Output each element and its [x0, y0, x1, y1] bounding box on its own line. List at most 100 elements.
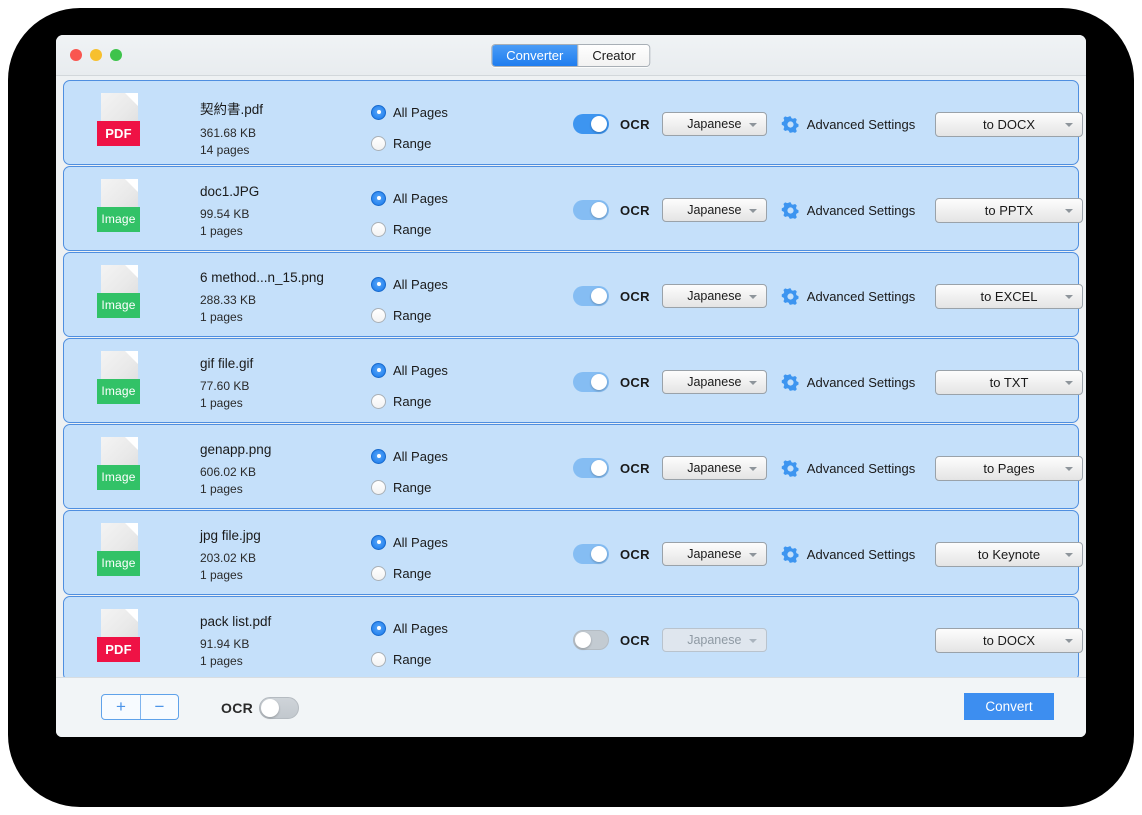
radio-all-pages-label: All Pages	[393, 362, 448, 378]
file-name: 契約書.pdf	[200, 102, 264, 117]
ocr-toggle[interactable]	[573, 372, 609, 392]
radio-range[interactable]: Range	[371, 648, 448, 670]
output-format-dropdown[interactable]: to Pages	[935, 456, 1083, 481]
toggle-knob	[591, 460, 607, 476]
minimize-button[interactable]	[90, 49, 102, 61]
radio-all-pages-label: All Pages	[393, 448, 448, 464]
output-format-value: to Pages	[983, 461, 1035, 476]
advanced-settings-button[interactable]: Advanced Settings	[781, 373, 915, 392]
output-format-value: to Keynote	[977, 547, 1041, 562]
global-ocr-toggle[interactable]	[259, 697, 300, 719]
file-meta: genapp.png 606.02 KB 1 pages	[200, 442, 271, 498]
radio-all-pages[interactable]: All Pages	[371, 187, 448, 209]
advanced-settings-button[interactable]: Advanced Settings	[781, 201, 915, 220]
radio-range[interactable]: Range	[371, 132, 448, 154]
convert-button[interactable]: Convert	[964, 693, 1054, 720]
output-format-dropdown[interactable]: to Keynote	[935, 542, 1083, 567]
chevron-down-icon	[748, 467, 757, 471]
output-format-dropdown[interactable]: to EXCEL	[935, 284, 1083, 309]
advanced-settings-button[interactable]: Advanced Settings	[781, 115, 915, 134]
file-size: 361.68 KB	[200, 126, 257, 140]
add-file-button[interactable]: +	[102, 695, 140, 719]
ocr-toggle[interactable]	[573, 630, 609, 650]
radio-indicator	[371, 307, 386, 323]
ocr-toggle[interactable]	[573, 458, 609, 478]
output-format-dropdown[interactable]: to DOCX	[935, 628, 1083, 653]
toggle-knob	[575, 632, 591, 648]
ocr-controls: OCR Japanese Advanced Settings	[573, 370, 915, 394]
file-row[interactable]: Image 6 method...n_15.png 288.33 KB 1 pa…	[63, 252, 1083, 337]
app-window: Converter Creator PDF 契約書.pdf 361.68 KB …	[56, 35, 1086, 737]
advanced-settings-label: Advanced Settings	[806, 202, 916, 218]
page-range-radio-group: All Pages Range	[371, 617, 448, 677]
remove-file-button[interactable]: −	[140, 695, 178, 719]
advanced-settings-label: Advanced Settings	[806, 460, 916, 476]
radio-range[interactable]: Range	[371, 218, 448, 240]
radio-indicator	[371, 276, 386, 292]
ocr-language-dropdown[interactable]: Japanese	[661, 112, 767, 136]
radio-all-pages[interactable]: All Pages	[371, 101, 448, 123]
ocr-language-dropdown[interactable]: Japanese	[661, 198, 767, 222]
output-format-dropdown[interactable]: to DOCX	[935, 112, 1083, 137]
file-size: 606.02 KB	[200, 465, 257, 479]
tab-converter[interactable]: Converter	[492, 45, 578, 66]
radio-all-pages[interactable]: All Pages	[371, 617, 448, 639]
tab-creator[interactable]: Creator	[577, 45, 650, 66]
file-list[interactable]: PDF 契約書.pdf 361.68 KB 14 pages All Pages…	[56, 76, 1086, 677]
radio-range[interactable]: Range	[371, 390, 448, 412]
radio-range[interactable]: Range	[371, 476, 448, 498]
close-button[interactable]	[70, 49, 82, 61]
file-type-badge: Image	[97, 207, 140, 232]
advanced-settings-button[interactable]: Advanced Settings	[781, 287, 915, 306]
output-format-dropdown[interactable]: to TXT	[935, 370, 1083, 395]
ocr-language-dropdown[interactable]: Japanese	[661, 370, 767, 394]
file-size: 203.02 KB	[200, 551, 257, 565]
ocr-language-dropdown[interactable]: Japanese	[661, 456, 767, 480]
file-type-badge: Image	[97, 293, 140, 318]
radio-all-pages[interactable]: All Pages	[371, 273, 448, 295]
advanced-settings-button[interactable]: Advanced Settings	[781, 459, 915, 478]
radio-all-pages[interactable]: All Pages	[371, 359, 448, 381]
radio-range-label: Range	[393, 393, 432, 409]
advanced-settings-button[interactable]: Advanced Settings	[781, 545, 915, 564]
radio-range-label: Range	[393, 307, 432, 323]
radio-range[interactable]: Range	[371, 562, 448, 584]
output-format-container: to Pages	[935, 456, 1083, 481]
output-format-container: to PPTX	[935, 198, 1083, 223]
image-file-icon: Image	[97, 265, 140, 318]
file-row[interactable]: Image gif file.gif 77.60 KB 1 pages All …	[63, 338, 1083, 423]
radio-range-label: Range	[393, 135, 432, 151]
toggle-knob	[261, 699, 280, 717]
maximize-button[interactable]	[110, 49, 122, 61]
ocr-toggle[interactable]	[573, 286, 609, 306]
ocr-toggle[interactable]	[573, 200, 609, 220]
file-meta: pack list.pdf 91.94 KB 1 pages	[200, 614, 271, 670]
file-name: jpg file.jpg	[200, 528, 261, 543]
file-row[interactable]: PDF pack list.pdf 91.94 KB 1 pages All P…	[63, 596, 1083, 677]
page-range-radio-group: All Pages Range	[371, 101, 448, 163]
image-file-icon: Image	[97, 437, 140, 490]
radio-all-pages[interactable]: All Pages	[371, 445, 448, 467]
radio-all-pages[interactable]: All Pages	[371, 531, 448, 553]
ocr-language-dropdown[interactable]: Japanese	[661, 284, 767, 308]
output-format-dropdown[interactable]: to PPTX	[935, 198, 1083, 223]
gear-icon	[781, 545, 799, 563]
ocr-label: OCR	[620, 288, 650, 304]
global-ocr-control: OCR	[221, 697, 300, 719]
file-row[interactable]: PDF 契約書.pdf 361.68 KB 14 pages All Pages…	[63, 80, 1083, 165]
ocr-toggle[interactable]	[573, 114, 609, 134]
ocr-toggle[interactable]	[573, 544, 609, 564]
global-ocr-label: OCR	[221, 700, 254, 716]
file-row[interactable]: Image jpg file.jpg 203.02 KB 1 pages All…	[63, 510, 1083, 595]
toggle-knob	[591, 546, 607, 562]
ocr-label: OCR	[620, 374, 650, 390]
ocr-language-dropdown[interactable]: Japanese	[661, 542, 767, 566]
file-row[interactable]: Image doc1.JPG 99.54 KB 1 pages All Page…	[63, 166, 1083, 251]
file-name: doc1.JPG	[200, 184, 260, 199]
radio-range-label: Range	[393, 221, 432, 237]
radio-range[interactable]: Range	[371, 304, 448, 326]
chevron-down-icon	[1065, 381, 1073, 385]
file-row[interactable]: Image genapp.png 606.02 KB 1 pages All P…	[63, 424, 1083, 509]
file-meta: gif file.gif 77.60 KB 1 pages	[200, 356, 253, 412]
file-page-count: 1 pages	[200, 654, 243, 668]
